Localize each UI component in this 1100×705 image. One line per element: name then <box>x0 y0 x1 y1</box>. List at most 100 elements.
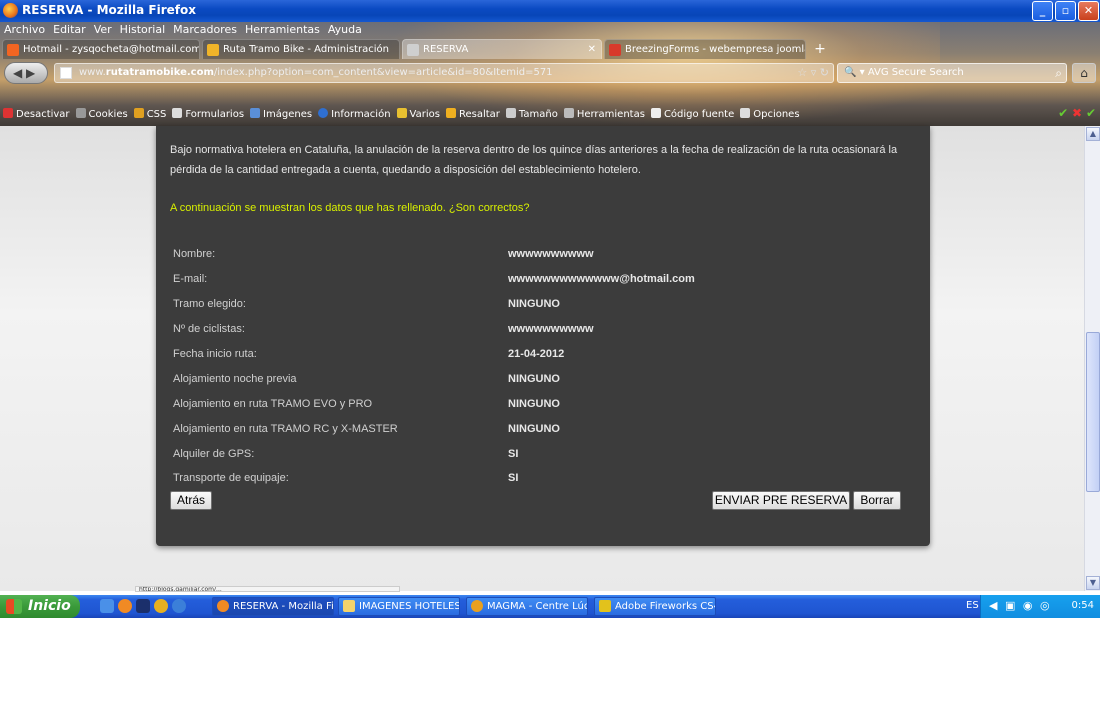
ie-quicklaunch-icon[interactable] <box>172 599 186 613</box>
field-label: Alquiler de GPS: <box>173 448 255 460</box>
home-button[interactable]: ⌂ <box>1072 63 1096 83</box>
scroll-down-icon[interactable]: ▼ <box>1086 576 1100 590</box>
fireworks-icon <box>599 600 611 612</box>
menu-ayuda[interactable]: Ayuda <box>324 22 366 38</box>
page-icon <box>407 44 419 56</box>
vertical-scrollbar[interactable]: ▲ ▼ <box>1084 126 1100 591</box>
maximize-button[interactable]: ▫ <box>1055 1 1076 21</box>
field-row: Alojamiento en ruta TRAMO RC y X-MASTER N… <box>173 423 893 443</box>
menu-historial[interactable]: Historial <box>116 22 169 38</box>
search-placeholder: 🔍 ▾ <box>844 67 868 78</box>
back-form-button[interactable]: Atrás <box>170 491 212 510</box>
screen: RESERVA - Mozilla Firefox _ ▫ ✕ Archivo E… <box>0 0 1100 618</box>
window-title: RESERVA - Mozilla Firefox <box>22 3 196 17</box>
field-label: Tramo elegido: <box>173 298 246 310</box>
start-button[interactable]: Inicio <box>0 595 80 618</box>
tab-admin[interactable]: Ruta Tramo Bike - Administración <box>202 39 400 59</box>
tab-hotmail[interactable]: Hotmail - zysqocheta@hotmail.com <box>2 39 200 59</box>
firefox-quicklaunch-icon[interactable] <box>118 599 132 613</box>
devbar-opciones[interactable]: Opciones <box>737 106 802 124</box>
task-label: MAGMA - Centre Lúdi... <box>487 601 587 612</box>
devbar-herramientas[interactable]: Herramientas <box>561 106 648 124</box>
search-icon[interactable]: ⌕ <box>1055 64 1062 82</box>
firefox-icon <box>217 600 229 612</box>
options-icon <box>740 108 751 118</box>
validation-status-icons[interactable]: ✔ ✖ ✔ <box>1058 106 1096 120</box>
tab-strip: Hotmail - zysqocheta@hotmail.com Ruta Tr… <box>0 39 1100 59</box>
close-tab-icon[interactable]: ✕ <box>588 40 596 59</box>
search-bar[interactable]: 🔍 ▾ AVG Secure Search ⌕ <box>837 63 1067 83</box>
clock: 0:54 <box>1071 600 1094 611</box>
field-value: SI <box>508 448 519 460</box>
tab-reserva[interactable]: RESERVA ✕ <box>402 39 602 59</box>
confirmation-panel: Bajo normativa hotelera en Cataluña, la … <box>156 126 930 546</box>
scroll-up-icon[interactable]: ▲ <box>1086 127 1100 141</box>
bookmark-star-icon[interactable]: ☆ ▿ ↻ <box>797 64 829 82</box>
new-tab-button[interactable]: + <box>810 39 830 59</box>
check-icon: ✔ <box>1085 106 1096 120</box>
close-window-button[interactable]: ✕ <box>1078 1 1099 21</box>
task-fireworks[interactable]: Adobe Fireworks CS4 <box>594 597 716 616</box>
devbar-desactivar[interactable]: Desactivar <box>0 106 73 124</box>
devbar-formularios[interactable]: Formularios <box>169 106 247 124</box>
menu-ver[interactable]: Ver <box>90 22 116 38</box>
menu-archivo[interactable]: Archivo <box>0 22 49 38</box>
task-firefox[interactable]: RESERVA - Mozilla Fir... <box>212 597 334 616</box>
webempresa-icon <box>609 44 621 56</box>
show-desktop-icon[interactable] <box>100 599 114 613</box>
status-link-preview: http://blogs.gamiliar.com/... <box>135 586 400 592</box>
url-path: /index.php?option=com_content&view=artic… <box>213 67 553 78</box>
tab-breezingforms[interactable]: BreezingForms - webempresa joomla - Ho..… <box>604 39 806 59</box>
devbar-informacion[interactable]: Información <box>315 106 393 124</box>
field-value: 21-04-2012 <box>508 348 565 360</box>
field-label: Nº de ciclistas: <box>173 323 245 335</box>
source-icon <box>650 108 661 118</box>
scrollbar-thumb[interactable] <box>1086 332 1100 492</box>
search-engine-label: AVG Secure Search <box>867 67 964 78</box>
devbar-tamano[interactable]: Tamaño <box>503 106 561 124</box>
menu-marcadores[interactable]: Marcadores <box>169 22 241 38</box>
info-icon <box>318 108 329 118</box>
field-row: Alquiler de GPS: SI <box>173 448 893 468</box>
field-label: Nombre: <box>173 248 216 260</box>
task-folder[interactable]: IMAGENES HOTELES <box>338 597 460 616</box>
menu-herramientas[interactable]: Herramientas <box>241 22 324 38</box>
task-label: IMAGENES HOTELES <box>359 601 460 612</box>
field-label: Alojamiento en ruta TRAMO RC y X-MASTER <box>173 423 398 435</box>
tray-icons[interactable]: ◀ ▣ ◉ ◎ <box>989 599 1052 612</box>
devbar-css[interactable]: CSS <box>131 106 170 124</box>
clear-form-button[interactable]: Borrar <box>853 491 901 510</box>
send-pre-reservation-button[interactable]: ENVIAR PRE RESERVA <box>712 491 850 510</box>
menu-editar[interactable]: Editar <box>49 22 90 38</box>
devbar-imagenes[interactable]: Imágenes <box>247 106 315 124</box>
task-chrome[interactable]: MAGMA - Centre Lúdi... <box>466 597 588 616</box>
error-icon: ✖ <box>1072 106 1083 120</box>
field-row: Alojamiento noche previa NINGUNO <box>173 373 893 393</box>
images-icon <box>250 108 261 118</box>
site-identity-icon[interactable] <box>60 67 72 79</box>
resize-icon <box>505 108 516 118</box>
tab-label: Hotmail - zysqocheta@hotmail.com <box>23 44 200 55</box>
browser-chrome: Archivo Editar Ver Historial Marcadores Herra… <box>0 22 1100 126</box>
navigation-bar: ◀ ▶ www.rutatramobike.com/index.php?opti… <box>0 60 1100 86</box>
chrome-quicklaunch-icon[interactable] <box>154 599 168 613</box>
devbar-resaltar[interactable]: Resaltar <box>443 106 503 124</box>
devbar-cookies[interactable]: Cookies <box>73 106 131 124</box>
field-value: SI <box>508 472 519 484</box>
minimize-button[interactable]: _ <box>1032 1 1053 21</box>
disable-icon <box>3 108 13 118</box>
tab-label: RESERVA <box>423 44 469 55</box>
back-button[interactable]: ◀ ▶ <box>4 62 48 84</box>
web-developer-toolbar: Desactivar Cookies CSS Formularios Imágenes I… <box>0 106 1100 124</box>
app-quicklaunch-icon[interactable] <box>136 599 150 613</box>
css-icon <box>133 108 144 118</box>
url-bar[interactable]: www.rutatramobike.com/index.php?option=c… <box>54 63 834 83</box>
field-value: wwwwwwwwww <box>508 323 594 335</box>
devbar-varios[interactable]: Varios <box>394 106 443 124</box>
hotmail-icon <box>7 44 19 56</box>
language-indicator[interactable]: ES <box>966 600 979 611</box>
devbar-codigo-fuente[interactable]: Código fuente <box>648 106 737 124</box>
field-value: wwwwwwwwwwwww@hotmail.com <box>508 273 695 285</box>
highlight-icon <box>445 108 456 118</box>
windows-taskbar: Inicio RESERVA - Mozilla Fir... IMAGENES… <box>0 595 1100 618</box>
